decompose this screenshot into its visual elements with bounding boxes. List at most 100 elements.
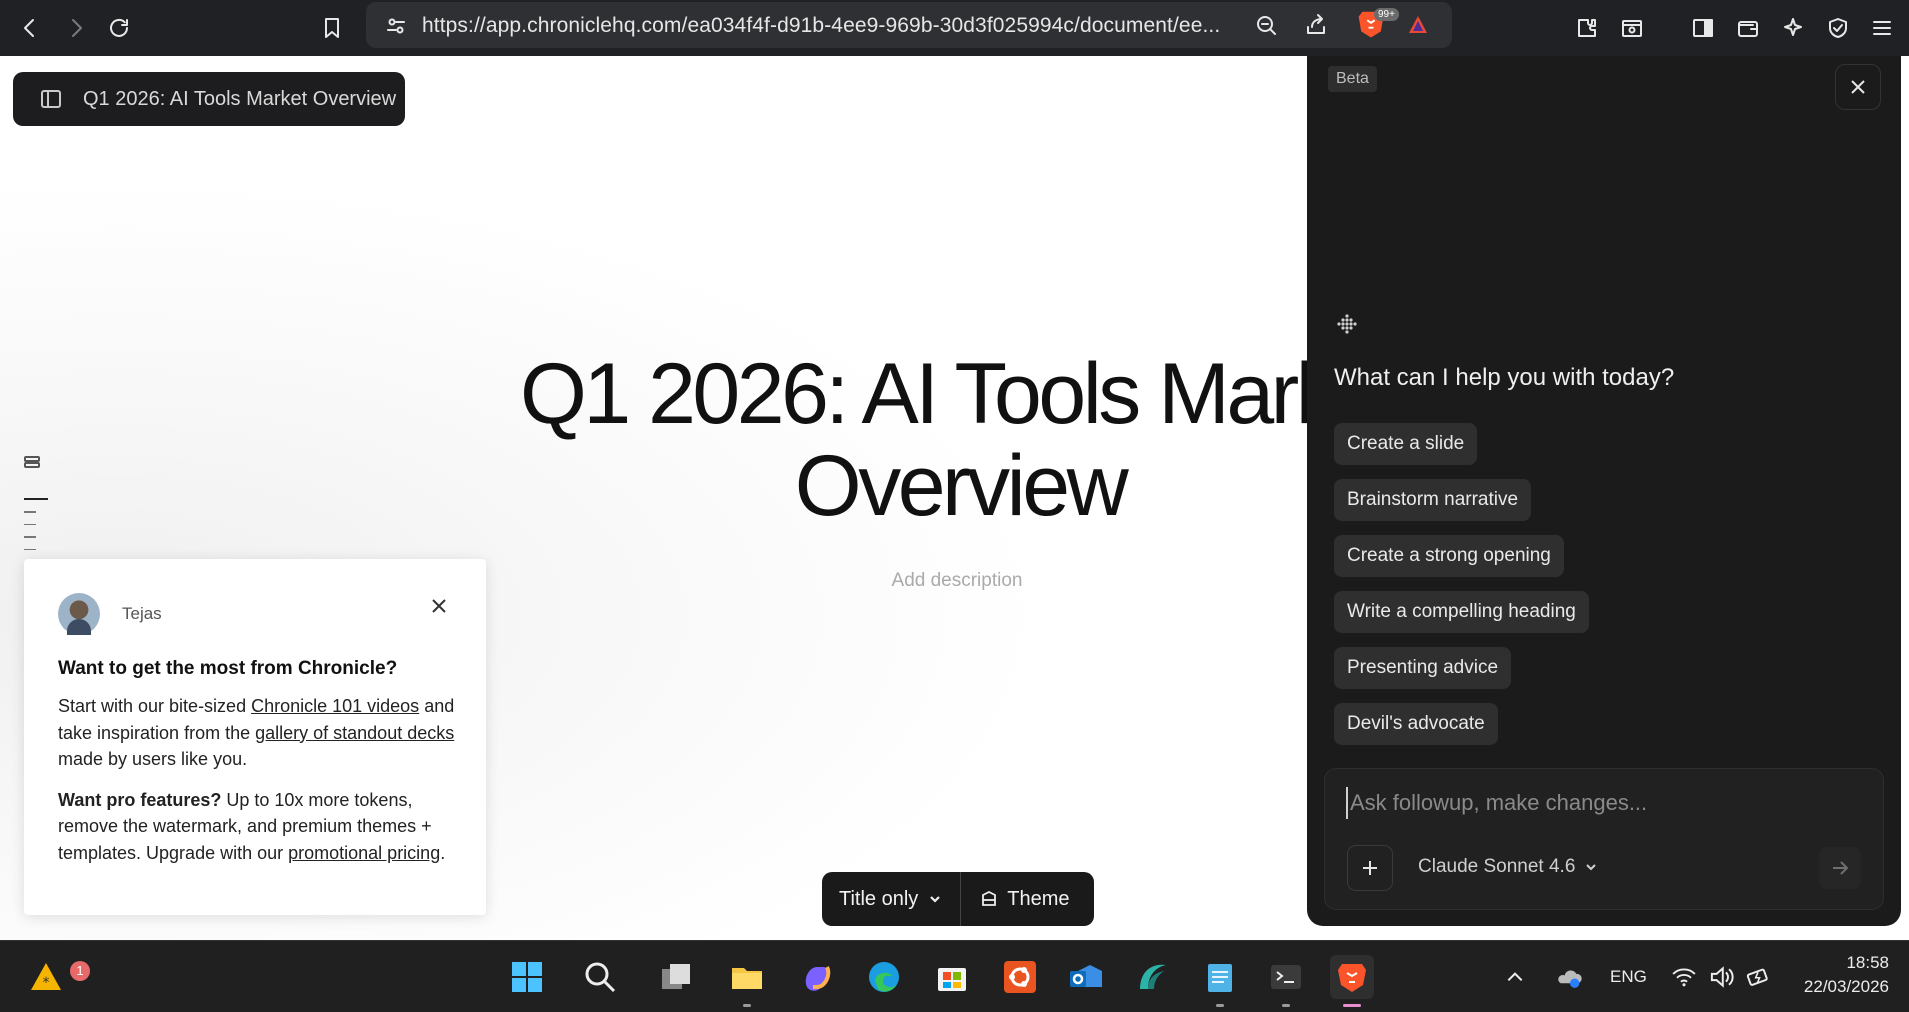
onedrive-icon[interactable] [1552,955,1588,999]
suggestion-create-slide[interactable]: Create a slide [1334,423,1478,465]
wifi-icon[interactable] [1666,955,1702,999]
slide-nav-line[interactable] [24,523,36,525]
page-search-icon[interactable] [1612,8,1652,48]
document-title-pill[interactable]: Q1 2026: AI Tools Market Overview [13,72,405,126]
chronicle-101-link[interactable]: Chronicle 101 videos [251,696,419,716]
plus-icon [1363,861,1377,875]
sidebar-toggle-icon[interactable] [1683,8,1723,48]
avatar [58,593,100,635]
slide-title-line-1[interactable]: Q1 2026: AI Tools Market [420,348,1310,440]
terminal-icon[interactable] [1264,955,1308,1007]
running-indicator [743,1004,751,1007]
zoom-icon[interactable] [1246,5,1286,45]
arrow-right-icon [1833,861,1849,875]
slide-navigator[interactable] [24,498,48,561]
clock-date: 22/03/2026 [1803,977,1889,996]
leo-ai-icon[interactable] [1773,8,1813,48]
running-indicator [1216,1004,1224,1007]
close-tip-button[interactable] [428,595,452,619]
menu-icon[interactable] [1862,8,1902,48]
browser-toolbar: https://app.chroniclehq.com/ea034f4f-d91… [0,0,1909,56]
vpn-shield-icon[interactable] [1818,8,1858,48]
running-indicator [1282,1004,1290,1007]
wave-app-icon[interactable] [1130,955,1174,999]
tip-text: . [440,842,446,863]
theme-label: Theme [1007,887,1070,910]
send-button[interactable] [1819,847,1861,889]
ubuntu-icon[interactable] [998,955,1042,999]
beta-badge: Beta [1328,66,1377,92]
system-clock[interactable]: 18:58 22/03/2026 [1804,951,1889,999]
ai-logo-icon [1334,311,1360,337]
file-explorer-icon[interactable] [725,955,769,1007]
close-panel-button[interactable] [1835,64,1881,110]
volume-icon[interactable] [1704,955,1740,999]
extensions-icon[interactable] [1567,8,1607,48]
shields-count-badge: 99+ [1374,8,1399,21]
active-indicator [1343,1004,1361,1007]
clock-time: 18:58 [1846,953,1889,972]
chat-input[interactable] [1346,787,1846,819]
address-bar[interactable]: https://app.chroniclehq.com/ea034f4f-d91… [366,2,1452,48]
slide-nav-line[interactable] [24,548,36,550]
brave-browser-icon[interactable] [1330,955,1374,1007]
document-title: Q1 2026: AI Tools Market Overview [83,87,397,110]
close-icon [1851,80,1865,94]
paint-bucket-icon [982,890,997,906]
tip-paragraph: Start with our bite-sized Chronicle 101 … [58,693,458,773]
suggestion-compelling-heading[interactable]: Write a compelling heading [1334,591,1589,633]
suggestion-presenting-advice[interactable]: Presenting advice [1334,647,1512,689]
theme-button[interactable]: Theme [961,872,1070,926]
language-indicator[interactable]: ENG [1610,967,1647,987]
slide-nav-line[interactable] [24,536,36,538]
slide-nav-line[interactable] [24,498,48,500]
url-text[interactable]: https://app.chroniclehq.com/ea034f4f-d91… [422,14,1220,38]
suggestion-strong-opening[interactable]: Create a strong opening [1334,535,1564,577]
onboarding-tip-card: Tejas Want to get the most from Chronicl… [24,559,486,915]
bookmark-icon[interactable] [312,8,352,48]
promotional-pricing-link[interactable]: promotional pricing [288,843,440,863]
layout-dropdown[interactable]: Title only [822,872,962,926]
model-label: Claude Sonnet 4.6 [1418,856,1576,877]
chevron-up-icon[interactable] [1500,955,1530,999]
tip-bold-text: Want pro features? [58,789,222,810]
sidebar-panel-icon[interactable] [39,87,63,111]
add-attachment-button[interactable] [1347,845,1393,891]
slide-nav-line[interactable] [24,511,36,513]
weather-alert-icon[interactable]: * 1 [24,955,90,999]
battery-charging-icon[interactable] [1740,955,1776,999]
suggestion-brainstorm-narrative[interactable]: Brainstorm narrative [1334,479,1532,521]
tip-author: Tejas [122,604,162,623]
suggestion-devils-advocate[interactable]: Devil's advocate [1334,703,1498,745]
chevron-down-icon [930,896,941,903]
search-icon[interactable] [578,955,622,999]
notepad-icon[interactable] [1198,955,1242,1007]
slides-view-icon[interactable] [22,452,42,472]
wallet-icon[interactable] [1728,8,1768,48]
chevron-down-icon [1586,864,1597,871]
copilot-icon[interactable] [795,955,839,999]
reload-icon[interactable] [99,8,139,48]
tip-text: made by users like you. [58,749,248,769]
slide-title-line-2[interactable]: Overview [420,440,1310,532]
forward-icon[interactable] [56,8,96,48]
chat-composer: Claude Sonnet 4.6 [1324,768,1884,910]
ai-greeting: What can I help you with today? [1334,364,1675,391]
outlook-icon[interactable] [1064,955,1108,999]
share-icon[interactable] [1296,5,1336,45]
slide-title[interactable]: Q1 2026: AI Tools Market Overview [420,348,1310,532]
model-selector[interactable]: Claude Sonnet 4.6 [1418,856,1598,878]
brave-rewards-icon[interactable] [1398,5,1438,45]
tip-paragraph: Want pro features? Up to 10x more tokens… [58,787,458,867]
edge-icon[interactable] [862,955,906,999]
windows-start-icon[interactable] [505,955,549,999]
back-icon[interactable] [10,8,50,48]
tip-text: Start with our bite-sized [58,696,252,716]
tip-heading: Want to get the most from Chronicle? [58,658,398,679]
tip-body: Start with our bite-sized Chronicle 101 … [58,693,458,880]
gallery-link[interactable]: gallery of standout decks [255,723,454,743]
site-settings-icon[interactable] [376,6,416,46]
microsoft-store-icon[interactable] [930,955,974,999]
task-view-icon[interactable] [654,955,698,999]
suggestion-list: Create a slide Brainstorm narrative Crea… [1334,423,1589,759]
